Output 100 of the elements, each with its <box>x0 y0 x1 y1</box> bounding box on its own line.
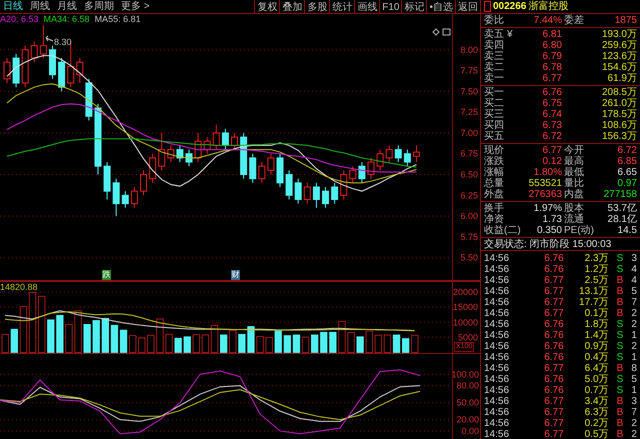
quote-label: 涨跌 <box>484 156 505 167</box>
trade-count: 3 <box>631 253 637 264</box>
candlestick <box>130 186 138 208</box>
trade-price: 6.77 <box>543 396 564 407</box>
quote-value: 6.77 <box>542 145 562 156</box>
quote-label: 内盘 <box>564 189 585 200</box>
trade-side: S <box>616 253 624 264</box>
trade-count: 2 <box>631 429 637 439</box>
period-tab[interactable]: 月线 <box>57 0 77 14</box>
candlestick <box>194 132 202 163</box>
trade-count: 4 <box>631 275 637 286</box>
trade-time: 14:56 <box>484 396 510 407</box>
order-level-label: 卖五 <box>484 29 504 40</box>
volume-bar <box>311 334 318 353</box>
trade-side: B <box>616 429 624 439</box>
toolbar-button[interactable]: 返回 <box>455 0 480 13</box>
order-price: 6.76 <box>542 87 562 98</box>
candlestick <box>358 162 366 184</box>
toolbar-button[interactable]: •自选 <box>426 0 455 13</box>
trade-volume: 6.4万 <box>584 363 609 374</box>
toolbar-button[interactable]: 多股 <box>304 0 330 13</box>
high-arrow-icon <box>46 36 54 42</box>
volume-value: 14820.88 <box>0 282 38 292</box>
volume-bar <box>374 334 382 353</box>
trade-side: S <box>616 319 624 330</box>
toolbar-button[interactable]: 复权 <box>254 0 280 13</box>
trade-volume: 0.2万 <box>584 418 609 429</box>
trade-side: B <box>616 275 624 286</box>
event-marker[interactable]: 财 <box>231 270 240 280</box>
trade-price: 6.77 <box>543 308 564 319</box>
price-axis-label: 7.50 <box>460 86 478 96</box>
candlestick <box>112 178 120 217</box>
candlestick <box>76 58 84 84</box>
toolbar-button[interactable]: F10 <box>379 0 402 13</box>
period-tab[interactable]: 日线 <box>3 0 23 14</box>
trade-volume: 2.5万 <box>584 275 609 286</box>
volume-bar <box>402 338 410 353</box>
diamond-icon <box>432 28 440 36</box>
order-level-label: 买五 <box>484 131 504 142</box>
candlestick <box>12 53 20 88</box>
indicator-axis-label: 20.00 <box>456 414 479 425</box>
quote-value: 276363 <box>528 189 562 200</box>
order-level-label: 买一 <box>484 87 504 98</box>
candlestick <box>312 182 320 208</box>
trade-volume: 0.5万 <box>584 429 609 439</box>
period-tab[interactable]: 多周期 <box>84 0 114 14</box>
trade-time: 14:56 <box>484 330 510 341</box>
quote-value: 28.1亿 <box>606 214 637 225</box>
trade-count: 1 <box>631 385 637 396</box>
order-price: 6.79 <box>542 51 562 62</box>
quote-value: 7.44% <box>532 15 562 26</box>
candlestick <box>258 162 266 184</box>
volume-bar <box>284 335 291 353</box>
trade-side: B <box>616 308 624 319</box>
trade-count: 3 <box>631 396 637 407</box>
quote-label: 总量 <box>484 178 505 189</box>
trade-side: B <box>616 363 624 374</box>
indicator-axis-label: 100.00 <box>451 369 479 380</box>
volume-bar <box>38 296 46 353</box>
trade-count: 5 <box>631 286 637 297</box>
trade-side: B <box>616 418 624 429</box>
order-price: 6.77 <box>542 73 562 84</box>
price-axis-label: 7.75 <box>460 66 478 76</box>
trade-volume: 0.7万 <box>584 385 609 396</box>
trade-count: 7 <box>631 407 637 418</box>
price-axis-label: 6.00 <box>460 211 478 222</box>
quote-label: 委差 <box>564 15 585 26</box>
candlestick <box>30 40 38 63</box>
trade-volume: 13.1万 <box>578 286 609 297</box>
event-marker[interactable]: 跌 <box>102 270 111 280</box>
trade-side: S <box>616 341 624 352</box>
volume-bar <box>147 334 154 353</box>
trade-side: S <box>616 352 624 363</box>
trade-volume: 1.2万 <box>584 264 609 275</box>
period-tab[interactable]: 更多 > <box>121 0 150 14</box>
order-price: 6.75 <box>542 98 562 109</box>
toolbar-button[interactable]: 统计 <box>329 0 354 13</box>
order-price: 6.81 <box>542 29 562 40</box>
price-axis-label: 6.75 <box>460 148 478 159</box>
order-level-label: 买二 <box>484 98 504 109</box>
order-volume: 123.6万 <box>600 51 637 62</box>
order-level-label: 买三 <box>484 109 504 120</box>
trade-price: 6.77 <box>543 429 564 439</box>
currency-mark: ¥ <box>507 29 513 40</box>
trade-volume: 0.1万 <box>584 308 609 319</box>
period-tab[interactable]: 周线 <box>30 0 50 14</box>
volume-axis-label: 5000 <box>458 332 478 342</box>
order-price: 6.78 <box>542 62 562 73</box>
quote-label: 净资 <box>484 214 505 225</box>
trade-price: 6.77 <box>543 418 564 429</box>
candlestick <box>404 149 411 167</box>
trade-volume: 0.4万 <box>584 352 609 363</box>
toolbar-button[interactable]: 标记 <box>401 0 426 13</box>
toolbar-button[interactable]: 叠加 <box>279 0 304 13</box>
trade-time: 14:56 <box>484 275 510 286</box>
quote-label: 外盘 <box>484 189 505 200</box>
moving-average-legend: A20: 6.53 <box>0 14 39 25</box>
quote-value: 14.5 <box>616 225 637 236</box>
toolbar-button[interactable]: 画线 <box>354 0 380 13</box>
candlestick <box>104 162 111 200</box>
